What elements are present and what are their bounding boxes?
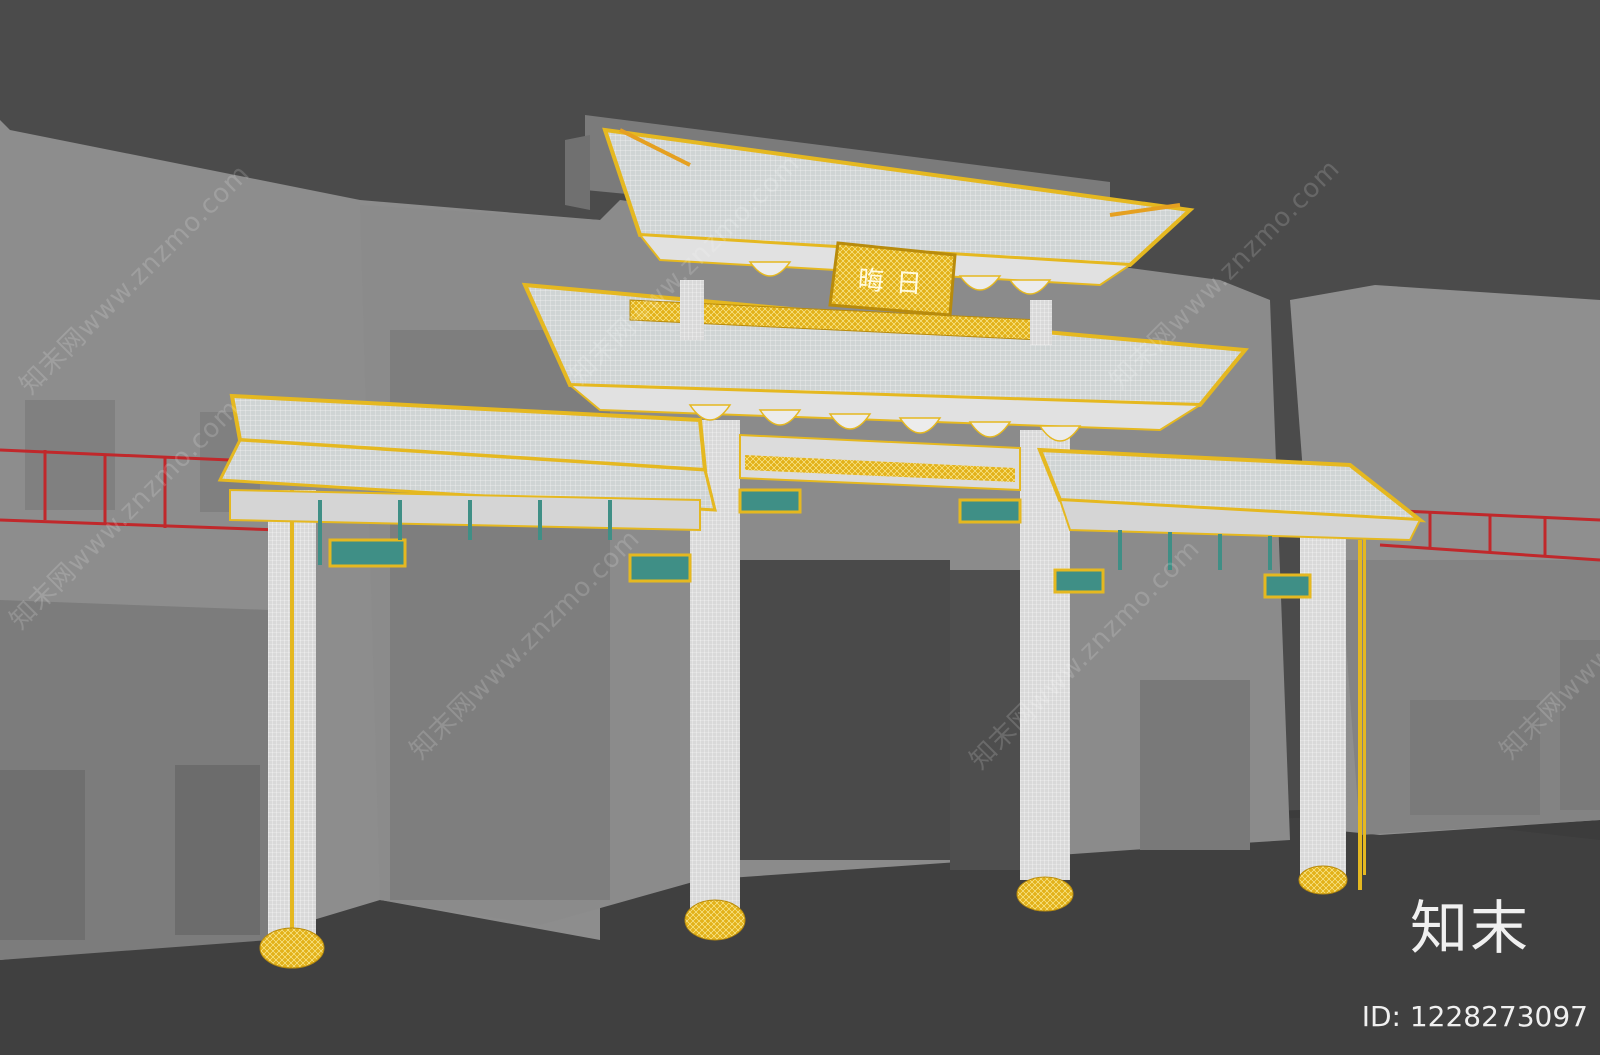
opening [1140,680,1250,850]
opening [720,560,950,860]
render-viewport: 晦日 知末网www.znzmo.com 知末网www.znzmo.com 知末网… [0,0,1600,1055]
door [0,770,85,940]
plaque-text: 晦日 [856,265,935,301]
image-id-label: ID: 1228273097 [1361,1000,1588,1033]
watermark-logo: 知末 [1409,894,1530,962]
render-scene [0,0,1600,1055]
building-center-top-face [565,135,590,210]
door [175,765,260,935]
gold-rod [1358,540,1362,890]
